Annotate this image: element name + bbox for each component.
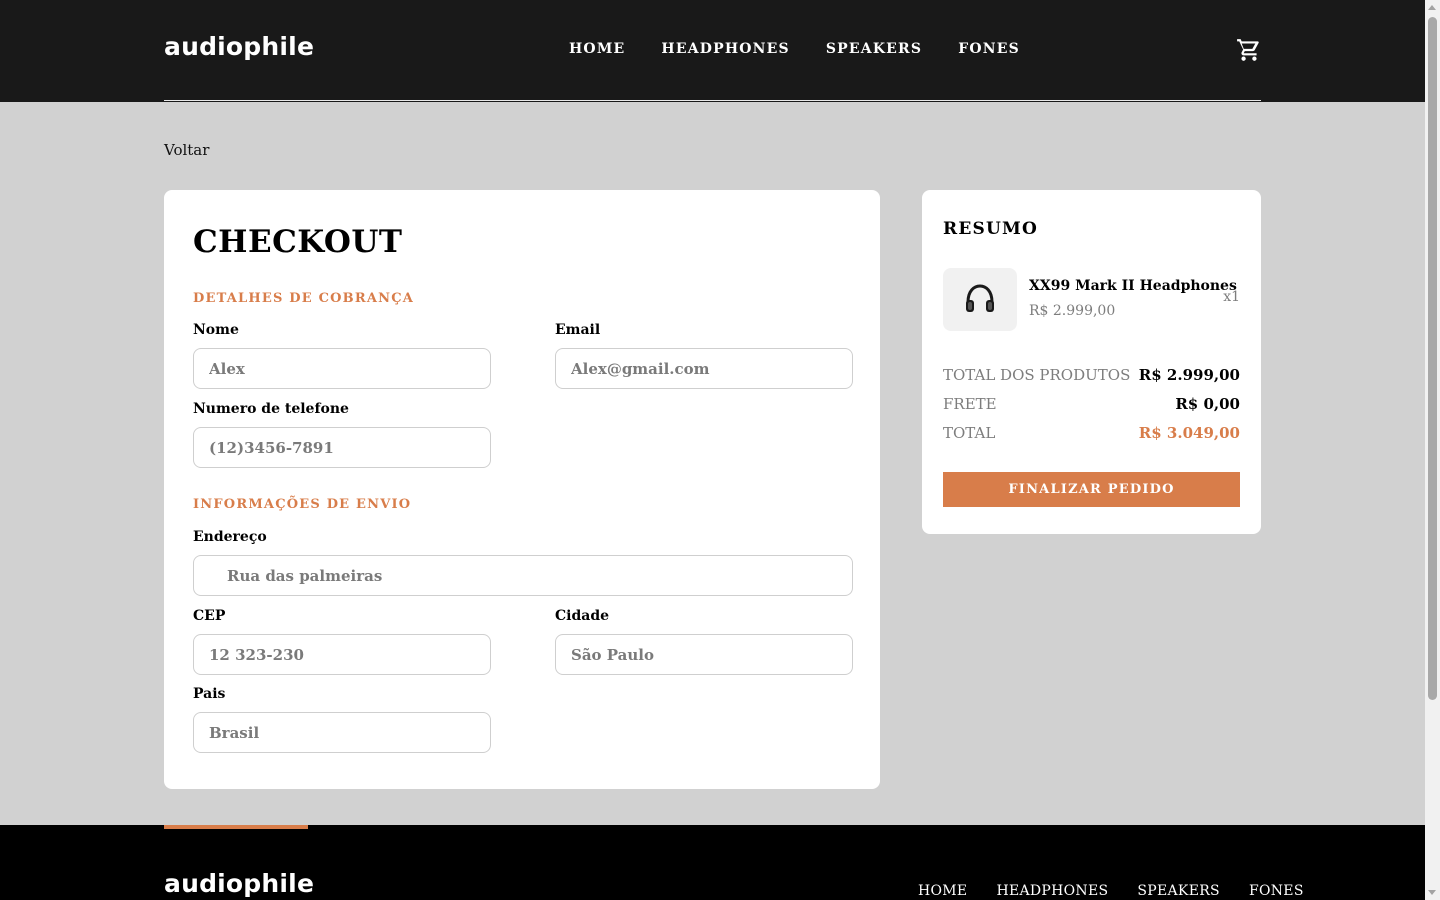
summary-title: RESUMO xyxy=(943,219,1039,239)
city-field[interactable] xyxy=(555,634,853,675)
cart-icon[interactable] xyxy=(1236,37,1262,63)
total-products-row: TOTAL DOS PRODUTOS R$ 2.999,00 xyxy=(943,366,1240,384)
footer-nav-headphones[interactable]: HEADPHONES xyxy=(996,883,1108,899)
phone-label: Numero de telefone xyxy=(193,401,349,417)
logo[interactable]: audiophile xyxy=(164,32,314,61)
product-quantity: x1 xyxy=(1223,289,1240,305)
name-field[interactable] xyxy=(193,348,491,389)
footer-logo[interactable]: audiophile xyxy=(164,869,314,898)
nav-speakers[interactable]: SPEAKERS xyxy=(826,41,922,57)
nav-headphones[interactable]: HEADPHONES xyxy=(661,41,789,57)
nav-fones[interactable]: FONES xyxy=(958,41,1020,57)
site-header: audiophile HOME HEADPHONES SPEAKERS FONE… xyxy=(0,0,1425,102)
finalize-order-button[interactable]: FINALIZAR PEDIDO xyxy=(943,472,1240,507)
shipping-value: R$ 0,00 xyxy=(1175,395,1240,413)
scroll-down-icon[interactable] xyxy=(1428,890,1436,895)
address-field[interactable] xyxy=(193,555,853,596)
phone-field[interactable] xyxy=(193,427,491,468)
checkout-form: CHECKOUT DETALHES DE COBRANÇA Nome Email… xyxy=(164,190,880,789)
footer-nav-home[interactable]: HOME xyxy=(918,883,967,899)
grand-total-label: TOTAL xyxy=(943,424,996,442)
footer-accent-bar xyxy=(164,825,308,829)
product-name: XX99 Mark II Headphones xyxy=(1029,278,1237,294)
shipping-label: FRETE xyxy=(943,395,997,413)
product-thumbnail xyxy=(943,268,1017,331)
footer-nav-speakers[interactable]: SPEAKERS xyxy=(1137,883,1220,899)
main-nav: HOME HEADPHONES SPEAKERS FONES xyxy=(569,41,1020,57)
order-summary: RESUMO XX99 Mark II Headphones R$ 2.999,… xyxy=(922,190,1261,534)
address-label: Endereço xyxy=(193,529,267,545)
email-field[interactable] xyxy=(555,348,853,389)
scroll-up-icon[interactable] xyxy=(1428,5,1436,10)
footer-nav: HOME HEADPHONES SPEAKERS FONES xyxy=(918,883,1304,899)
footer-nav-fones[interactable]: FONES xyxy=(1249,883,1304,899)
country-field[interactable] xyxy=(193,712,491,753)
cep-field[interactable] xyxy=(193,634,491,675)
vertical-scrollbar[interactable] xyxy=(1425,0,1440,900)
country-label: Pais xyxy=(193,686,226,702)
total-products-label: TOTAL DOS PRODUTOS xyxy=(943,366,1131,384)
nav-home[interactable]: HOME xyxy=(569,41,625,57)
name-label: Nome xyxy=(193,322,239,338)
header-divider xyxy=(164,100,1261,101)
back-link[interactable]: Voltar xyxy=(164,141,209,159)
site-footer: audiophile HOME HEADPHONES SPEAKERS FONE… xyxy=(0,825,1425,900)
shipping-row: FRETE R$ 0,00 xyxy=(943,395,1240,413)
grand-total-value: R$ 3.049,00 xyxy=(1138,424,1240,442)
shipping-section-title: INFORMAÇÕES DE ENVIO xyxy=(193,497,412,512)
grand-total-row: TOTAL R$ 3.049,00 xyxy=(943,424,1240,442)
scrollbar-thumb[interactable] xyxy=(1428,17,1437,700)
total-products-value: R$ 2.999,00 xyxy=(1138,366,1240,384)
headphones-icon xyxy=(966,284,994,312)
page-title: CHECKOUT xyxy=(193,224,403,260)
billing-section-title: DETALHES DE COBRANÇA xyxy=(193,291,415,306)
cep-label: CEP xyxy=(193,608,226,624)
product-price: R$ 2.999,00 xyxy=(1029,303,1116,319)
city-label: Cidade xyxy=(555,608,610,624)
email-label: Email xyxy=(555,322,601,338)
